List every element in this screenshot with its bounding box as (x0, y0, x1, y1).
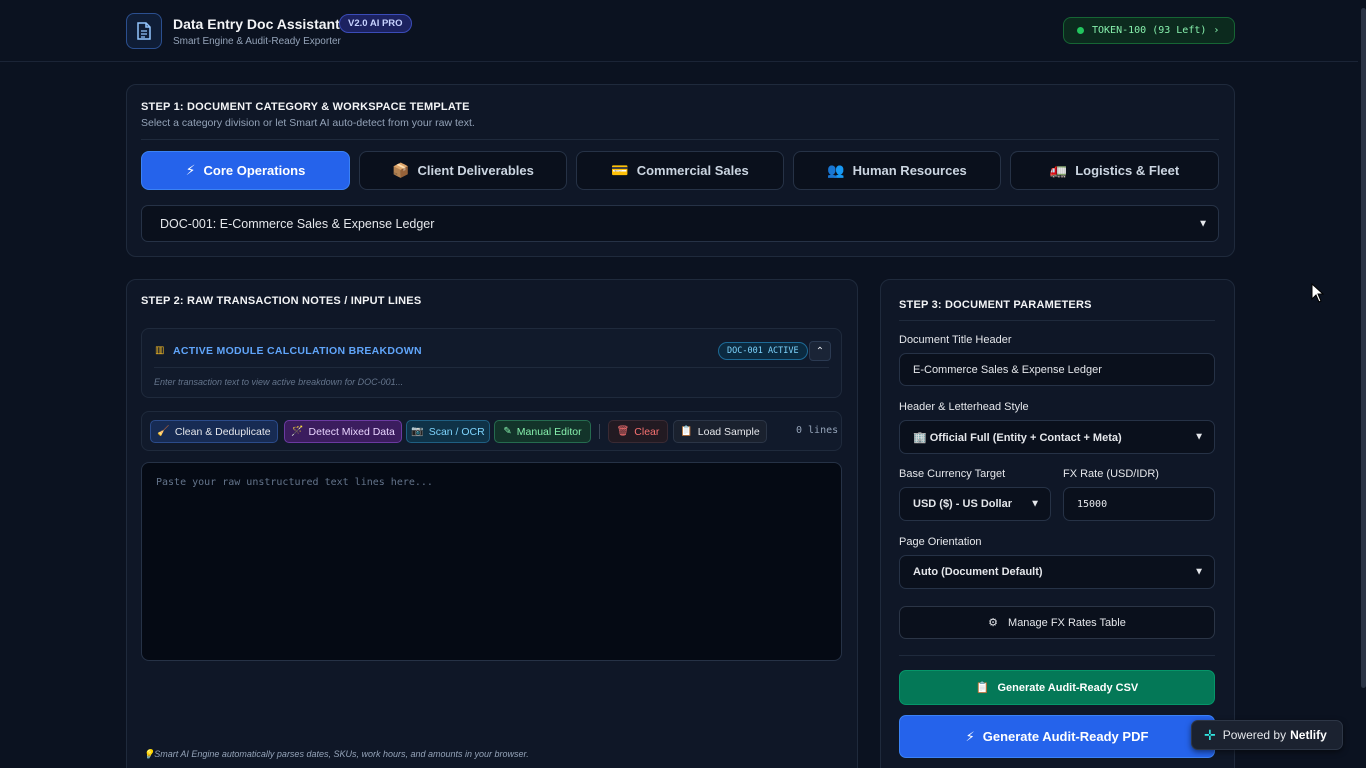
step2-title: STEP 2: RAW TRANSACTION NOTES / INPUT LI… (141, 295, 422, 307)
tab-client-deliverables[interactable]: 📦 Client Deliverables (359, 151, 567, 190)
engine-hint: 💡Smart AI Engine automatically parses da… (143, 749, 529, 759)
app-subtitle: Smart Engine & Audit-Ready Exporter (173, 36, 341, 47)
breakdown-hint: Enter transaction text to view active br… (154, 377, 404, 387)
chevron-down-icon: ▼ (1194, 431, 1204, 443)
chevron-down-icon: ▼ (1194, 566, 1204, 578)
clipboard-icon: 📋 (680, 426, 693, 437)
detect-mixed-data-button[interactable]: 🪄 Detect Mixed Data (284, 420, 402, 443)
doc-title-input[interactable] (899, 353, 1215, 386)
collapse-button[interactable]: ⌃ (809, 341, 831, 361)
app-title: Data Entry Doc Assistant (173, 16, 340, 32)
tab-core-operations[interactable]: ⚡ Core Operations (141, 151, 350, 190)
gear-icon: ⚙ (988, 617, 999, 629)
step1-description: Select a category division or let Smart … (141, 117, 475, 129)
mouse-cursor-icon (1311, 283, 1325, 303)
fx-rate-label: FX Rate (USD/IDR) (1063, 468, 1159, 480)
scan-ocr-button[interactable]: 📷 Scan / OCR (406, 420, 490, 443)
currency-label: Base Currency Target (899, 468, 1006, 480)
button-label: Clear (634, 425, 660, 438)
clear-button[interactable]: 🗑 Clear (608, 420, 668, 443)
tab-commercial-sales[interactable]: 💳 Commercial Sales (576, 151, 784, 190)
app-header: Data Entry Doc Assistant V2.0 AI PRO Sma… (0, 0, 1366, 62)
status-badge: DOC-001 ACTIVE (718, 342, 808, 360)
chevron-right-icon: › (1213, 25, 1220, 36)
token-balance-button[interactable]: TOKEN-100 (93 Left) › (1063, 17, 1235, 44)
tab-logistics-fleet[interactable]: 🚛 Logistics & Fleet (1010, 151, 1219, 190)
chevron-down-icon: ▼ (1030, 498, 1040, 510)
line-count: 0 lines (796, 425, 839, 436)
step1-title: STEP 1: DOCUMENT CATEGORY & WORKSPACE TE… (141, 101, 470, 113)
generate-pdf-button[interactable]: ⚡ Generate Audit-Ready PDF (899, 715, 1215, 758)
letterhead-label: Header & Letterhead Style (899, 401, 1029, 413)
barcode-icon: ▥ (155, 345, 165, 356)
currency-selected-value: USD ($) - US Dollar (913, 498, 1013, 510)
netlify-brand: Netlify (1290, 728, 1327, 742)
breakdown-title: ACTIVE MODULE CALCULATION BREAKDOWN (173, 345, 422, 357)
truck-icon: 🚛 (1049, 162, 1068, 178)
step3-title: STEP 3: DOCUMENT PARAMETERS (899, 299, 1092, 311)
trash-icon: 🗑 (616, 426, 630, 437)
letterhead-selected-value: 🏢 Official Full (Entity + Contact + Meta… (913, 431, 1122, 444)
button-label: Manage FX Rates Table (1008, 616, 1126, 629)
doc-title-label: Document Title Header (899, 334, 1012, 346)
credit-card-icon: 💳 (611, 162, 629, 178)
calculation-breakdown-card: ▥ ACTIVE MODULE CALCULATION BREAKDOWN DO… (141, 328, 842, 398)
broom-icon: 🧹 (157, 426, 170, 437)
clipboard-icon: 📋 (975, 682, 990, 694)
token-label: TOKEN-100 (93 Left) (1092, 25, 1207, 36)
toolbar-divider (599, 424, 600, 439)
tab-label: Commercial Sales (636, 163, 749, 178)
tab-label: Logistics & Fleet (1075, 163, 1180, 178)
netlify-badge[interactable]: ✛ Powered by Netlify (1191, 720, 1343, 750)
step1-divider (141, 139, 1219, 140)
tab-label: Core Operations (203, 163, 306, 178)
button-label: Manual Editor (516, 425, 582, 438)
document-logo-icon (126, 13, 162, 49)
orientation-select[interactable]: Auto (Document Default) ▼ (899, 555, 1215, 589)
tab-label: Human Resources (852, 163, 967, 178)
netlify-prefix: Powered by (1222, 728, 1287, 742)
lightning-icon: ⚡ (185, 162, 196, 178)
template-select[interactable]: DOC-001: E-Commerce Sales & Expense Ledg… (141, 205, 1219, 242)
status-dot-icon (1077, 27, 1084, 34)
orientation-label: Page Orientation (899, 536, 982, 548)
template-selected-value: DOC-001: E-Commerce Sales & Expense Ledg… (160, 216, 435, 231)
button-label: Load Sample (697, 425, 760, 438)
chevron-down-icon: ▼ (1198, 218, 1208, 229)
chevron-up-icon: ⌃ (815, 345, 825, 357)
letterhead-select[interactable]: 🏢 Official Full (Entity + Contact + Meta… (899, 420, 1215, 454)
version-badge: V2.0 AI PRO (339, 14, 412, 33)
edit-icon: ✎ (503, 426, 512, 437)
step3-divider (899, 320, 1215, 321)
fx-rate-input[interactable] (1063, 487, 1215, 521)
button-label: Clean & Deduplicate (174, 425, 271, 438)
button-label: Scan / OCR (428, 425, 485, 438)
button-label: Generate Audit-Ready CSV (997, 681, 1139, 694)
load-sample-button[interactable]: 📋 Load Sample (673, 420, 767, 443)
netlify-logo-icon: ✛ (1204, 726, 1216, 743)
camera-icon: 📷 (411, 426, 424, 437)
people-icon: 👥 (827, 162, 845, 178)
tab-human-resources[interactable]: 👥 Human Resources (793, 151, 1001, 190)
lightning-icon: ⚡ (965, 728, 975, 744)
button-label: Detect Mixed Data (308, 425, 395, 438)
magic-wand-icon: 🪄 (291, 426, 304, 437)
actions-divider (899, 655, 1215, 656)
package-icon: 📦 (392, 162, 410, 178)
raw-text-input[interactable] (141, 462, 842, 661)
input-toolbar: 🧹 Clean & Deduplicate 🪄 Detect Mixed Dat… (141, 411, 842, 451)
clean-deduplicate-button[interactable]: 🧹 Clean & Deduplicate (150, 420, 278, 443)
breakdown-divider (154, 367, 829, 368)
scrollbar-thumb[interactable] (1361, 8, 1366, 688)
button-label: Generate Audit-Ready PDF (982, 729, 1149, 744)
tab-label: Client Deliverables (417, 163, 534, 178)
generate-csv-button[interactable]: 📋 Generate Audit-Ready CSV (899, 670, 1215, 705)
manage-fx-rates-button[interactable]: ⚙ Manage FX Rates Table (899, 606, 1215, 639)
manual-editor-button[interactable]: ✎ Manual Editor (494, 420, 591, 443)
orientation-selected-value: Auto (Document Default) (913, 566, 1043, 578)
currency-select[interactable]: USD ($) - US Dollar ▼ (899, 487, 1051, 521)
